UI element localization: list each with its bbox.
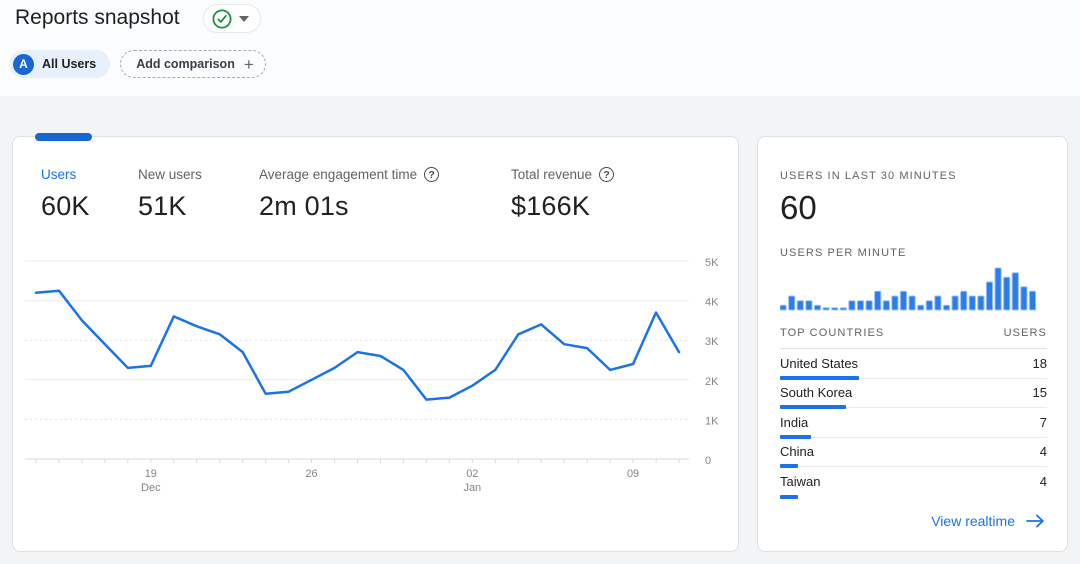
table-row: Taiwan 4	[780, 467, 1047, 497]
active-tab-indicator	[35, 133, 92, 141]
users-per-minute-chart[interactable]	[780, 264, 1038, 312]
view-realtime-label: View realtime	[931, 513, 1015, 529]
add-comparison-label: Add comparison	[136, 57, 235, 71]
check-circle-icon	[212, 9, 232, 29]
country-name: South Korea	[780, 385, 852, 400]
top-countries-table: TOP COUNTRIES USERS United States 18 Sou…	[780, 327, 1047, 497]
users-column-header: USERS	[1004, 327, 1047, 339]
metric-total-revenue-value: $166K	[511, 191, 614, 222]
realtime-card: USERS IN LAST 30 MINUTES 60 USERS PER MI…	[757, 136, 1068, 552]
metric-users-value: 60K	[41, 191, 138, 222]
metric-total-revenue-label[interactable]: Total revenue	[511, 167, 592, 182]
metric-new-users[interactable]: New users 51K	[138, 167, 259, 222]
all-users-chip-label: All Users	[42, 57, 96, 71]
comparison-chips-row: A All Users Add comparison	[9, 50, 266, 78]
country-name: United States	[780, 356, 858, 371]
help-icon[interactable]	[599, 167, 614, 182]
page-title: Reports snapshot	[15, 6, 180, 30]
table-row: South Korea 15	[780, 379, 1047, 409]
table-row: United States 18	[780, 349, 1047, 379]
metric-total-revenue[interactable]: Total revenue $166K	[511, 167, 614, 222]
country-users: 15	[1033, 385, 1047, 400]
country-users: 4	[1040, 444, 1047, 459]
country-users: 7	[1040, 415, 1047, 430]
users-per-minute-label: USERS PER MINUTE	[780, 247, 906, 259]
table-row: China 4	[780, 438, 1047, 468]
top-countries-header: TOP COUNTRIES	[780, 327, 884, 339]
metric-avg-engagement[interactable]: Average engagement time 2m 01s	[259, 167, 511, 222]
svg-text:0: 0	[705, 455, 711, 467]
country-name: India	[780, 415, 808, 430]
avatar: A	[13, 54, 34, 75]
svg-text:4K: 4K	[705, 297, 719, 309]
svg-text:Dec: Dec	[141, 482, 161, 494]
users-line-chart[interactable]: 5K 4K 3K 2K 1K 0 19 Dec 26 02 Jan 09	[13, 249, 740, 509]
metrics-row: Users 60K New users 51K Average engageme…	[41, 167, 614, 222]
metric-users[interactable]: Users 60K	[41, 167, 138, 222]
svg-text:1K: 1K	[705, 415, 719, 427]
country-name: Taiwan	[780, 474, 820, 489]
country-name: China	[780, 444, 814, 459]
svg-text:5K: 5K	[705, 257, 719, 269]
metric-avg-engagement-value: 2m 01s	[259, 191, 511, 222]
users-last-30-label: USERS IN LAST 30 MINUTES	[780, 170, 957, 182]
country-users: 4	[1040, 474, 1047, 489]
metric-users-label[interactable]: Users	[41, 167, 138, 182]
reports-snapshot-card: Users 60K New users 51K Average engageme…	[12, 136, 739, 552]
country-bar	[780, 495, 798, 499]
metric-new-users-label[interactable]: New users	[138, 167, 259, 182]
help-icon[interactable]	[424, 167, 439, 182]
users-last-30-value: 60	[780, 189, 817, 227]
country-users: 18	[1033, 356, 1047, 371]
view-realtime-link[interactable]: View realtime	[931, 513, 1045, 529]
svg-text:2K: 2K	[705, 376, 719, 388]
all-users-chip[interactable]: A All Users	[9, 50, 110, 78]
metric-avg-engagement-label[interactable]: Average engagement time	[259, 167, 417, 182]
metric-new-users-value: 51K	[138, 191, 259, 222]
svg-text:09: 09	[627, 468, 639, 480]
table-row: India 7	[780, 408, 1047, 438]
svg-text:3K: 3K	[705, 336, 719, 348]
arrow-right-icon	[1026, 514, 1045, 528]
svg-text:19: 19	[145, 468, 157, 480]
svg-text:02: 02	[466, 468, 478, 480]
svg-text:Jan: Jan	[463, 482, 481, 494]
chevron-down-icon	[239, 16, 249, 22]
plus-icon	[244, 56, 254, 73]
report-status-dropdown[interactable]	[203, 4, 261, 33]
add-comparison-chip[interactable]: Add comparison	[120, 50, 266, 78]
svg-text:26: 26	[305, 468, 317, 480]
